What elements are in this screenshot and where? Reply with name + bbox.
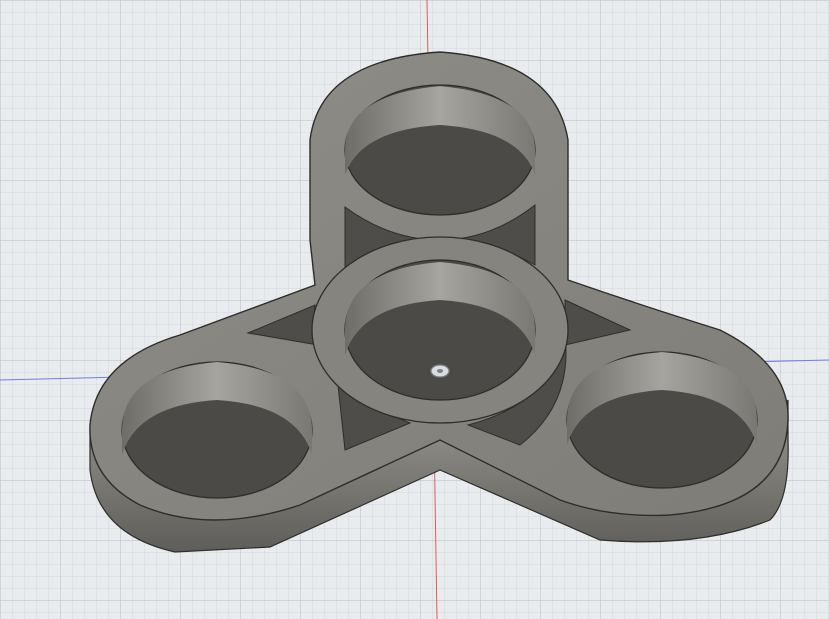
origin-icon[interactable] (430, 364, 450, 378)
cad-viewport[interactable] (0, 0, 829, 619)
viewport-canvas[interactable] (0, 0, 829, 619)
bearing-hole-right (566, 351, 758, 489)
bearing-hole-center (344, 259, 536, 401)
bearing-hole-top (344, 84, 536, 216)
bearing-hole-left (121, 361, 313, 499)
